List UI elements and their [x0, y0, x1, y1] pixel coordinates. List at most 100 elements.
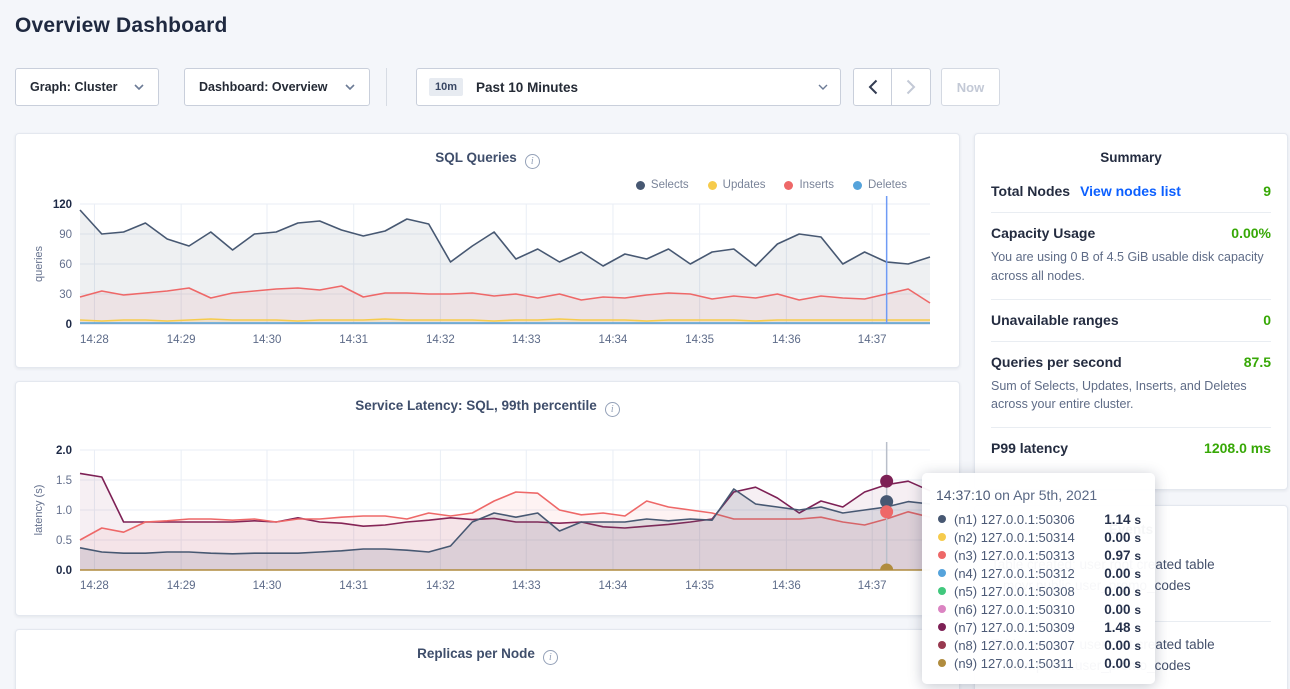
node-latency-value: 0.00 s [1104, 638, 1141, 653]
dashboard-dropdown[interactable]: Dashboard: Overview [184, 68, 370, 106]
service-latency-svg: 14:2814:2914:3014:3114:3214:3314:3414:35… [30, 442, 945, 594]
sql-queries-chart[interactable]: 14:2814:2914:3014:3114:3214:3314:3414:35… [30, 196, 945, 353]
time-forward-button[interactable] [892, 68, 931, 106]
tooltip-row: (n8) 127.0.0.1:50307 0.00 s [936, 636, 1141, 654]
legend-label: Deletes [868, 179, 907, 191]
time-range-picker[interactable]: 10m Past 10 Minutes [416, 68, 841, 106]
dashboard-dropdown-label: Dashboard: Overview [199, 80, 328, 94]
toolbar-divider [386, 68, 387, 106]
y-tick-label: 120 [53, 199, 72, 211]
x-tick-label: 14:33 [512, 334, 541, 346]
legend-item-updates[interactable]: Updates [708, 179, 766, 191]
service-latency-chart[interactable]: 14:2814:2914:3014:3114:3214:3314:3414:35… [30, 442, 945, 599]
tooltip-row: (n6) 127.0.0.1:50310 0.00 s [936, 600, 1141, 618]
chart-tooltip-rows: (n1) 127.0.0.1:503061.14 s (n2) 127.0.0.1… [936, 510, 1141, 672]
legend-item-inserts[interactable]: Inserts [784, 179, 834, 191]
summary-label: P99 latency [991, 440, 1068, 456]
legend-dot [636, 181, 645, 190]
tooltip-row: (n5) 127.0.0.1:50308 0.00 s [936, 582, 1141, 600]
replicas-per-node-panel: Replicas per Node i [15, 629, 960, 689]
node-latency-value: 0.97 s [1104, 548, 1141, 563]
summary-row-capacity-usage: Capacity Usage 0.00% You are using 0 B o… [991, 213, 1271, 300]
now-button[interactable]: Now [941, 68, 1000, 106]
x-tick-label: 14:36 [772, 580, 801, 592]
legend-label: Inserts [799, 179, 834, 191]
node-address: (n9) 127.0.0.1:50311 [954, 656, 1074, 671]
node-latency-value: 0.00 s [1104, 602, 1141, 617]
info-icon[interactable]: i [543, 650, 558, 665]
graph-dropdown[interactable]: Graph: Cluster [15, 68, 159, 106]
summary-label: Queries per second [991, 354, 1122, 370]
chart-hover-tooltip: 14:37:10 on Apr 5th, 2021 (n1) 127.0.0.1… [922, 473, 1155, 684]
x-tick-label: 14:32 [426, 334, 455, 346]
node-address: (n5) 127.0.0.1:50308 [954, 584, 1075, 599]
node-address: (n6) 127.0.0.1:50310 [954, 602, 1075, 617]
time-range-label: Past 10 Minutes [476, 80, 578, 95]
hover-marker-n9 [880, 564, 893, 577]
node-latency-value: 0.00 s [1104, 656, 1141, 671]
legend-item-selects[interactable]: Selects [636, 179, 689, 191]
x-tick-label: 14:28 [80, 580, 109, 592]
node-latency-value: 1.48 s [1104, 620, 1141, 635]
tooltip-row: (n4) 127.0.0.1:503120.00 s [936, 564, 1141, 582]
x-tick-label: 14:35 [685, 334, 714, 346]
toolbar: Graph: Cluster Dashboard: Overview 10m P… [15, 68, 1000, 106]
node-latency-value: 0.00 s [1104, 584, 1141, 599]
node-latency-value: 0.00 s [1104, 566, 1141, 581]
node-color-dot [938, 623, 946, 631]
legend-dot [853, 181, 862, 190]
info-icon[interactable]: i [605, 402, 620, 417]
hover-marker-n3 [880, 505, 893, 518]
chevron-right-icon [906, 79, 916, 95]
chart-title: SQL Queries [435, 150, 517, 165]
y-tick-label: 60 [59, 259, 72, 271]
node-color-dot [938, 551, 946, 559]
view-nodes-list-link[interactable]: View nodes list [1080, 183, 1181, 199]
time-step-buttons [853, 68, 931, 106]
node-latency-value: 1.14 s [1104, 512, 1141, 527]
legend-dot [784, 181, 793, 190]
y-tick-label: 0.0 [56, 565, 72, 577]
x-tick-label: 14:35 [685, 580, 714, 592]
info-icon[interactable]: i [525, 154, 540, 169]
tooltip-row: (n3) 127.0.0.1:50313 0.97 s [936, 546, 1141, 564]
summary-label: Unavailable ranges [991, 312, 1119, 328]
chevron-left-icon [868, 79, 878, 95]
tooltip-row: (n1) 127.0.0.1:503061.14 s [936, 510, 1141, 528]
x-tick-label: 14:31 [339, 334, 368, 346]
y-tick-label: 2.0 [56, 445, 72, 457]
y-tick-label: 0.5 [56, 535, 72, 547]
summary-row-queries-per-second: Queries per second 87.5 Sum of Selects, … [991, 342, 1271, 429]
x-tick-label: 14:36 [772, 334, 801, 346]
node-address: (n8) 127.0.0.1:50307 [954, 638, 1075, 653]
node-color-dot [938, 569, 946, 577]
service-latency-panel: Service Latency: SQL, 99th percentile i 1… [15, 381, 960, 616]
node-address: (n2) 127.0.0.1:50314 [954, 530, 1075, 545]
tooltip-row: (n7) 127.0.0.1:50309 1.48 s [936, 618, 1141, 636]
summary-title: Summary [975, 134, 1287, 171]
node-color-dot [938, 515, 946, 523]
legend-label: Updates [723, 179, 766, 191]
legend-item-deletes[interactable]: Deletes [853, 179, 907, 191]
node-address: (n7) 127.0.0.1:50309 [954, 620, 1075, 635]
summary-value: 0 [1263, 312, 1271, 328]
chevron-down-icon [134, 84, 144, 90]
graph-dropdown-label: Graph: Cluster [30, 80, 118, 94]
y-tick-label: 30 [59, 289, 72, 301]
node-address: (n3) 127.0.0.1:50313 [954, 548, 1075, 563]
y-tick-label: 0 [66, 319, 72, 331]
sql-queries-svg: 14:2814:2914:3014:3114:3214:3314:3414:35… [30, 196, 945, 348]
x-tick-label: 14:37 [858, 334, 887, 346]
chart-title: Service Latency: SQL, 99th percentile [355, 398, 597, 413]
summary-value: 9 [1263, 183, 1271, 199]
time-back-button[interactable] [853, 68, 892, 106]
node-color-dot [938, 533, 946, 541]
hover-marker-n7 [880, 475, 893, 488]
node-color-dot [938, 659, 946, 667]
chart-title: Replicas per Node [417, 646, 535, 661]
summary-description: You are using 0 B of 4.5 GiB usable disk… [991, 248, 1271, 286]
time-range-badge: 10m [429, 78, 463, 96]
summary-label: Capacity Usage [991, 225, 1095, 241]
summary-value: 1208.0 ms [1204, 440, 1271, 456]
y-axis-title: latency (s) [33, 485, 45, 536]
